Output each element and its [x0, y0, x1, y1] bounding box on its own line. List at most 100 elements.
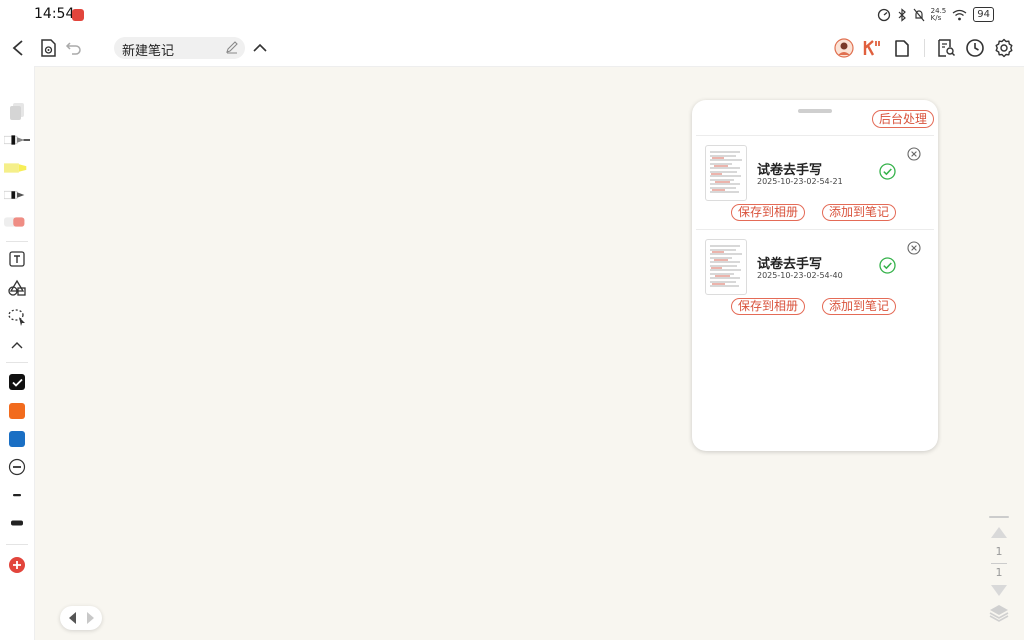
eraser-icon: [4, 217, 25, 227]
stroke-thin-icon: [13, 494, 21, 497]
mute-bell-icon: [913, 8, 925, 21]
speed-icon: [877, 8, 890, 21]
wifi-icon: [952, 9, 967, 20]
collapse-toolbar-button[interactable]: [248, 36, 272, 60]
undo-icon: [65, 42, 81, 55]
collapse-tools-button[interactable]: [4, 334, 30, 356]
tool-lasso[interactable]: [4, 306, 30, 328]
brand-k-button[interactable]: [860, 36, 884, 60]
page-button[interactable]: [890, 36, 914, 60]
success-check-icon: [879, 163, 896, 180]
fountain-pen-icon: [4, 135, 30, 145]
status-indicators: 24.5 K/s 94: [877, 7, 994, 22]
background-process-button[interactable]: 后台处理: [871, 110, 934, 128]
status-time: 14:54: [34, 6, 75, 22]
sidebar-divider: [6, 544, 28, 545]
save-to-album-button[interactable]: 保存到相册: [731, 204, 806, 221]
stroke-size-thick[interactable]: [4, 512, 30, 534]
check-icon: [11, 378, 23, 387]
note-title: 新建笔记: [122, 44, 175, 59]
pencil-tool-icon: [4, 190, 25, 200]
color-swatch-orange[interactable]: [4, 400, 30, 422]
battery-indicator: 94: [973, 7, 994, 22]
color-swatch-black[interactable]: [4, 371, 30, 393]
tool-note-paper[interactable]: [4, 100, 30, 122]
top-toolbar: 新建笔记: [0, 30, 1024, 67]
net-speed: 24.5 K/s: [930, 7, 947, 22]
add-tool-button[interactable]: [4, 554, 30, 576]
swatch-black: [9, 374, 25, 390]
back-button[interactable]: [6, 36, 30, 60]
task-card: 试卷去手写 2025-10-23-02-54-40 保存到相册 添加到笔记: [696, 229, 934, 324]
pager-divider: [991, 563, 1007, 564]
prev-arrow-icon[interactable]: [68, 611, 78, 625]
tool-highlighter[interactable]: [4, 157, 30, 179]
notification-app-icon: [72, 9, 84, 21]
minus-circle-icon: [8, 458, 26, 476]
task-timestamp: 2025-10-23-02-54-40: [757, 271, 843, 280]
tool-eraser[interactable]: [4, 211, 30, 233]
document-thumbnail-image: [710, 151, 742, 193]
task-thumbnail[interactable]: [705, 239, 747, 295]
chevron-up-icon: [11, 341, 23, 348]
back-icon: [12, 40, 23, 56]
page-up-icon[interactable]: [989, 525, 1009, 539]
add-to-note-button[interactable]: 添加到笔记: [822, 298, 897, 315]
stroke-size-minus-button[interactable]: [4, 456, 30, 478]
task-thumbnail[interactable]: [705, 145, 747, 201]
status-bar: 14:54 24.5 K/s 94: [0, 0, 1024, 30]
stroke-size-thin[interactable]: [4, 484, 30, 506]
chevron-up-icon: [253, 43, 267, 52]
note-title-field[interactable]: 新建笔记: [114, 37, 245, 59]
sidebar-divider: [6, 241, 28, 242]
brand-k-icon: [863, 40, 880, 56]
toolbar-divider: [924, 39, 925, 57]
drag-handle[interactable]: [798, 109, 832, 113]
prev-next-pill: [60, 606, 102, 630]
bluetooth-icon: [898, 7, 906, 22]
sidebar-divider: [6, 362, 28, 363]
task-title: 试卷去手写: [757, 257, 823, 272]
page-down-icon[interactable]: [989, 584, 1009, 598]
layers-icon[interactable]: [989, 604, 1009, 622]
close-icon[interactable]: [907, 241, 921, 255]
tool-shapes[interactable]: [4, 277, 30, 299]
close-icon[interactable]: [907, 147, 921, 161]
document-thumbnail-image: [710, 245, 742, 287]
page-navigator: 1 1: [988, 514, 1012, 626]
net-speed-unit: K/s: [930, 13, 942, 22]
undo-button[interactable]: [62, 36, 86, 60]
avatar: [834, 38, 854, 58]
add-circle-icon: [9, 557, 25, 573]
search-note-icon: [938, 39, 956, 57]
lasso-icon: [8, 309, 25, 326]
background-tasks-panel: 后台处理 试卷去手写 2025-10-23-02-54-21 保存到相册 添加到…: [692, 100, 938, 451]
note-paper-icon: [10, 103, 24, 120]
color-swatch-blue[interactable]: [4, 428, 30, 450]
task-timestamp: 2025-10-23-02-54-21: [757, 177, 843, 186]
search-note-button[interactable]: [934, 36, 958, 60]
current-page-number: 1: [995, 545, 1003, 558]
reading-mode-button[interactable]: [36, 36, 60, 60]
total-page-number: 1: [995, 566, 1003, 579]
success-check-icon: [879, 257, 896, 274]
shapes-icon: [8, 279, 26, 296]
swatch-blue: [9, 431, 25, 447]
task-card: 试卷去手写 2025-10-23-02-54-21 保存到相册 添加到笔记: [696, 135, 934, 230]
tool-pencil[interactable]: [4, 184, 30, 206]
highlighter-icon: [4, 163, 27, 173]
next-arrow-icon[interactable]: [85, 611, 95, 625]
tool-text[interactable]: [4, 248, 30, 270]
pencil-icon[interactable]: [225, 40, 239, 54]
tool-fountain-pen[interactable]: [4, 129, 30, 151]
pager-top-bar: [989, 516, 1009, 518]
history-button[interactable]: [963, 36, 987, 60]
avatar-button[interactable]: [832, 36, 856, 60]
save-to-album-button[interactable]: 保存到相册: [731, 298, 806, 315]
tool-sidebar: [0, 66, 35, 640]
settings-button[interactable]: [992, 36, 1016, 60]
history-icon: [966, 39, 984, 57]
settings-icon: [995, 38, 1013, 58]
add-to-note-button[interactable]: 添加到笔记: [822, 204, 897, 221]
swatch-orange: [9, 403, 25, 419]
